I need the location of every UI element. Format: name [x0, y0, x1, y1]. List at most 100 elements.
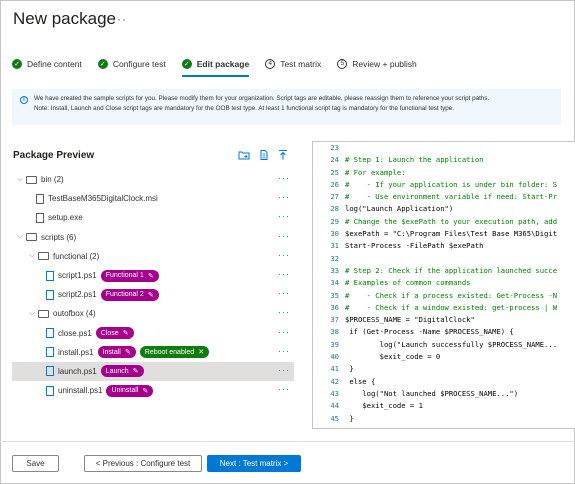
code-line[interactable]: 40 $exit_code = 0	[313, 351, 575, 363]
code-line[interactable]: 28 log("Launch Application")	[313, 203, 575, 215]
tag-label: Functional 1	[105, 272, 144, 280]
tree-folder-outofbox[interactable]: ⌵ outofbox (4) ···	[12, 304, 294, 323]
tree-file-script2[interactable]: script2.ps1 Functional 2 ✎ ···	[12, 285, 294, 304]
more-options-icon[interactable]: ···	[278, 192, 290, 202]
close-icon[interactable]: ✕	[198, 348, 204, 356]
step-number-icon: 4	[265, 59, 276, 69]
script-tag-close[interactable]: Close ✎	[95, 327, 134, 340]
chevron-down-icon[interactable]: ⌵	[28, 252, 36, 260]
next-button[interactable]: Next : Test matrix >	[207, 455, 301, 472]
reboot-enabled-tag[interactable]: Reboot enabled ✕	[139, 346, 210, 359]
more-options-icon[interactable]: ···	[278, 307, 290, 317]
code-line[interactable]: 23	[313, 142, 575, 154]
code-line[interactable]: 43 log("Not launched $PROCESS_NAME...")	[313, 388, 575, 400]
tree-file-uninstall[interactable]: uninstall.ps1 Uninstall ✎ ···	[12, 381, 294, 400]
script-tag-install[interactable]: Install ✎	[97, 346, 136, 359]
more-options-icon[interactable]: ···	[278, 231, 290, 241]
package-preview-title: Package Preview	[13, 150, 95, 161]
tree-folder-functional[interactable]: ⌵ functional (2) ···	[12, 247, 294, 266]
code-line[interactable]: 42 else {	[313, 376, 575, 388]
code-line[interactable]: 44 $exit_code = 1	[313, 400, 575, 412]
more-options-icon[interactable]: ···	[278, 384, 290, 394]
chevron-down-icon[interactable]: ⌵	[28, 310, 36, 318]
code-line[interactable]: 24 # Step 1: Launch the application	[313, 154, 575, 166]
code-line[interactable]: 30 $exePath = "C:\Program Files\Test Base…	[313, 228, 575, 240]
code-line[interactable]: 46	[313, 425, 575, 428]
more-options-icon[interactable]: ···	[278, 250, 290, 260]
code-line[interactable]: 34 # Examples of common commands	[313, 277, 575, 289]
edit-pencil-icon[interactable]: ✎	[148, 291, 154, 299]
code-line[interactable]: 41 }	[313, 363, 575, 375]
more-options-icon[interactable]: ···	[112, 12, 127, 26]
folder-icon	[38, 252, 49, 261]
code-line[interactable]: 39 log("Launch successfully $PROCESS_NAM…	[313, 339, 575, 351]
code-line[interactable]: 26 # - If your application is under bin f…	[313, 179, 575, 191]
more-options-icon[interactable]: ···	[278, 288, 290, 298]
tree-file-launch[interactable]: launch.ps1 Launch ✎ ···	[12, 361, 294, 382]
step-edit-package[interactable]: ✓ Edit package	[181, 54, 250, 77]
code-line[interactable]: 27 # - Use environment variable if need: …	[313, 191, 575, 203]
tree-file-msi[interactable]: TestBaseM365DigitalClock.msi ···	[12, 189, 294, 208]
line-number: 43	[330, 388, 339, 398]
tree-item-label: outofbox (4)	[53, 309, 96, 319]
edit-pencil-icon[interactable]: ✎	[142, 387, 148, 395]
edit-pencil-icon[interactable]: ✎	[133, 367, 139, 375]
step-test-matrix[interactable]: 4 Test matrix	[265, 54, 321, 74]
powershell-file-icon	[46, 385, 54, 396]
code-line[interactable]: 37 $PROCESS_NAME = "DigitalClock"	[313, 314, 575, 326]
more-options-icon[interactable]: ···	[278, 211, 290, 221]
code-line[interactable]: 31 Start-Process -FilePath $exePath	[313, 240, 575, 252]
step-label: Test matrix	[280, 59, 322, 69]
info-icon: i	[20, 96, 28, 104]
code-line[interactable]: 35 # - Check if a process existed: Get-Pr…	[313, 290, 575, 302]
step-label: Define content	[27, 59, 82, 69]
new-file-icon[interactable]	[258, 150, 270, 160]
script-tag-uninstall[interactable]: Uninstall ✎	[106, 384, 154, 397]
script-tag-functional-2[interactable]: Functional 2 ✎	[100, 288, 159, 301]
chevron-down-icon[interactable]: ⌵	[16, 233, 24, 241]
tree-file-install[interactable]: install.ps1 Install ✎ Reboot enabled ✕ ···	[12, 343, 294, 362]
step-define-content[interactable]: ✓ Define content	[12, 54, 82, 74]
code-line[interactable]: 29 # Change the $exePath to your executio…	[313, 216, 575, 228]
script-tag-functional-1[interactable]: Functional 1 ✎	[100, 269, 159, 282]
tree-folder-bin[interactable]: ⌵ bin (2) ···	[12, 170, 294, 189]
more-options-icon[interactable]: ···	[278, 269, 290, 279]
code-text: # Step 2: Check if the application launc…	[345, 265, 558, 275]
code-line[interactable]: 33 # Step 2: Check if the application lau…	[313, 265, 575, 277]
script-tag-launch[interactable]: Launch ✎	[100, 365, 144, 378]
chevron-down-icon[interactable]: ⌵	[16, 176, 24, 184]
tag-label: Launch	[105, 367, 129, 375]
edit-pencil-icon[interactable]: ✎	[148, 272, 154, 280]
code-line[interactable]: 32	[313, 253, 575, 265]
edit-pencil-icon[interactable]: ✎	[125, 348, 131, 356]
code-text: log("Not launched $PROCESS_NAME...")	[345, 388, 519, 398]
tree-item-label: uninstall.ps1	[58, 386, 103, 396]
code-line[interactable]: 45 }	[313, 413, 575, 425]
code-line[interactable]: 25 # For example:	[313, 167, 575, 179]
previous-button[interactable]: < Previous : Configure test	[84, 455, 202, 472]
step-configure-test[interactable]: ✓ Configure test	[97, 54, 166, 74]
script-code-editor[interactable]: 23 24 # Step 1: Launch the application 25 # …	[312, 141, 575, 429]
line-number: 34	[330, 278, 339, 288]
code-line[interactable]: 38 if (Get-Process -Name $PROCESS_NAME) …	[313, 326, 575, 338]
tree-folder-scripts[interactable]: ⌵ scripts (6) ···	[12, 228, 294, 247]
more-options-icon[interactable]: ···	[278, 346, 290, 356]
info-banner: i We have created the sample scripts for…	[12, 89, 561, 125]
tree-file-script1[interactable]: script1.ps1 Functional 1 ✎ ···	[12, 266, 294, 285]
line-number: 39	[330, 339, 339, 349]
tree-file-setup[interactable]: setup.exe ···	[12, 208, 294, 227]
tree-item-label: functional (2)	[53, 251, 100, 261]
code-line[interactable]: 36 # - Check if a window existed: get-pro…	[313, 302, 575, 314]
line-number: 46	[313, 425, 345, 428]
more-options-icon[interactable]: ···	[278, 327, 290, 337]
step-label: Edit package	[196, 59, 250, 69]
step-review-publish[interactable]: 5 Review + publish	[337, 54, 417, 74]
tree-item-label: close.ps1	[58, 328, 92, 338]
tree-file-close[interactable]: close.ps1 Close ✎ ···	[12, 324, 294, 343]
more-options-icon[interactable]: ···	[278, 365, 290, 375]
more-options-icon[interactable]: ···	[278, 173, 290, 183]
upload-icon[interactable]	[277, 150, 289, 160]
edit-pencil-icon[interactable]: ✎	[123, 329, 129, 337]
save-button[interactable]: Save	[12, 455, 59, 472]
new-folder-icon[interactable]	[238, 150, 250, 160]
